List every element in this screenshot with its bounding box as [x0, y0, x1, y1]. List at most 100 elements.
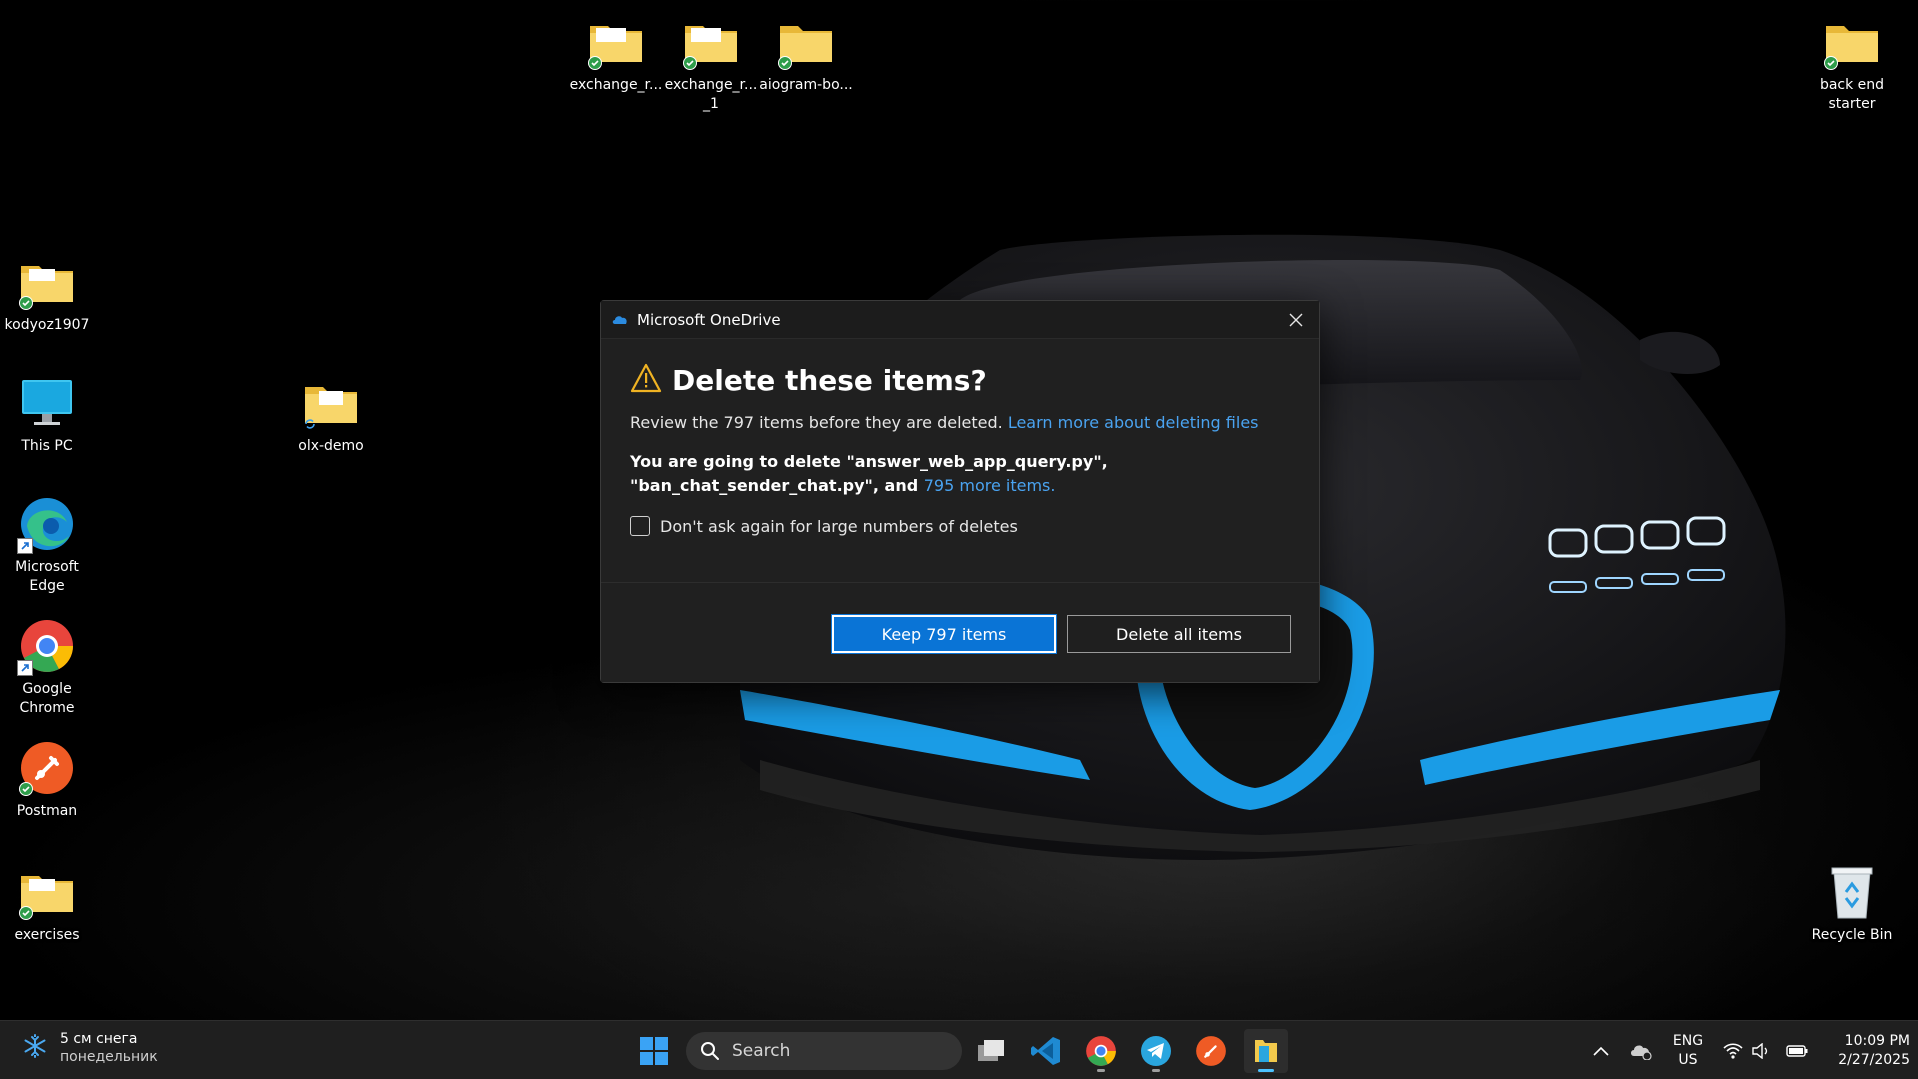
battery-icon: [1786, 1044, 1808, 1057]
synced-check-icon: [683, 56, 697, 70]
desktop-icon-postman[interactable]: Postman: [0, 738, 95, 821]
weather-widget[interactable]: 5 см снега понедельник: [22, 1031, 158, 1065]
file-explorer-button[interactable]: [1244, 1029, 1288, 1073]
show-hidden-icons-button[interactable]: [1586, 1021, 1616, 1079]
synced-check-icon: [1824, 56, 1838, 70]
close-button[interactable]: [1273, 301, 1319, 339]
dialog-heading: Delete these items?: [672, 363, 987, 397]
taskbar-search[interactable]: Search: [686, 1032, 962, 1070]
dont-ask-again-label[interactable]: Don't ask again for large numbers of del…: [660, 517, 1018, 536]
desktop-icon-label: kodyoz1907: [4, 317, 90, 333]
warning-icon: [630, 363, 662, 397]
desktop-icon-olx-demo[interactable]: olx-demo: [283, 373, 379, 456]
desktop-icon-label: This PC: [21, 438, 73, 454]
weather-temperature: 5 см снега: [60, 1031, 138, 1047]
start-button[interactable]: [632, 1029, 676, 1073]
clock-time: 10:09 PM: [1844, 1033, 1910, 1049]
task-view-icon: [978, 1040, 1004, 1061]
synced-check-icon: [19, 296, 33, 310]
desktop-icon-kodyoz1907[interactable]: kodyoz1907: [0, 252, 95, 335]
desktop-icon-label: Postman: [16, 803, 78, 819]
synced-check-icon: [19, 782, 33, 796]
desktop-icon-label: exchange_r...: [569, 77, 663, 93]
desktop-icon-label: Microsoft Edge: [15, 559, 79, 594]
desktop-icon-label: exercises: [14, 927, 80, 943]
folder-icon: [1822, 12, 1882, 72]
chrome-taskbar-button[interactable]: [1079, 1029, 1123, 1073]
search-placeholder: Search: [732, 1041, 791, 1061]
telegram-button[interactable]: [1134, 1029, 1178, 1073]
desktop-icon-this-pc[interactable]: This PC: [0, 373, 95, 456]
dialog-app-title: Microsoft OneDrive: [637, 310, 781, 329]
recycle-bin-icon: [1822, 862, 1882, 922]
network-button[interactable]: [1720, 1021, 1746, 1079]
running-indicator: [1152, 1069, 1160, 1072]
learn-more-link[interactable]: Learn more about deleting files: [1008, 413, 1259, 432]
desktop-icon-recycle-bin[interactable]: Recycle Bin: [1804, 862, 1900, 945]
desktop-icon-google-chrome[interactable]: Google Chrome: [0, 616, 95, 718]
review-text: Review the 797 items before they are del…: [630, 413, 1290, 432]
folder-icon: [17, 862, 77, 922]
synced-check-icon: [778, 56, 792, 70]
running-indicator: [1097, 1069, 1105, 1072]
wifi-icon: [1723, 1042, 1743, 1059]
file-explorer-icon: [1255, 1040, 1277, 1062]
more-items-link[interactable]: 795 more items.: [924, 476, 1056, 495]
delete-all-items-button[interactable]: Delete all items: [1067, 615, 1291, 653]
folder-icon: [17, 252, 77, 312]
battery-button[interactable]: [1782, 1021, 1812, 1079]
desktop-icon-label: Recycle Bin: [1811, 927, 1893, 943]
task-view-button[interactable]: [969, 1029, 1013, 1073]
volume-button[interactable]: [1748, 1021, 1774, 1079]
keep-items-button[interactable]: Keep 797 items: [831, 614, 1057, 654]
taskbar: 5 см снега понедельник Search ENG US 10:…: [0, 1020, 1918, 1079]
synced-check-icon: [19, 906, 33, 920]
postman-icon: [1196, 1036, 1226, 1066]
desktop-icon-label: aiogram-bo...: [759, 77, 853, 93]
delete-detail-text: You are going to delete "answer_web_app_…: [630, 450, 1290, 498]
shortcut-arrow-icon: [17, 660, 33, 676]
shortcut-arrow-icon: [17, 538, 33, 554]
dialog-footer: Keep 797 items Delete all items: [601, 582, 1319, 682]
vscode-icon: [1031, 1037, 1060, 1065]
dont-ask-again-checkbox[interactable]: [630, 516, 650, 536]
postman-taskbar-button[interactable]: [1189, 1029, 1233, 1073]
keyboard-layout: US: [1678, 1052, 1698, 1068]
desktop-icon-label: exchange_r... _1: [664, 77, 758, 112]
input-language-indicator[interactable]: ENG US: [1664, 1032, 1712, 1070]
onedrive-sync-icon: [1631, 1045, 1652, 1060]
desktop-icon-exchange-r[interactable]: exchange_r...: [568, 12, 664, 95]
language-code: ENG: [1672, 1033, 1704, 1049]
telegram-icon: [1141, 1036, 1171, 1066]
search-icon: [701, 1042, 719, 1060]
vscode-button[interactable]: [1024, 1029, 1068, 1073]
edge-icon: [17, 494, 77, 554]
clock-date: 2/27/2025: [1838, 1052, 1910, 1068]
dialog-titlebar[interactable]: Microsoft OneDrive: [601, 301, 1319, 339]
review-message: Review the 797 items before they are del…: [630, 413, 1003, 432]
close-icon: [1289, 313, 1303, 326]
postman-icon: [17, 738, 77, 798]
desktop-icon-label: olx-demo: [298, 438, 364, 454]
folder-icon: [776, 12, 836, 72]
onedrive-cloud-icon: [611, 310, 629, 329]
onedrive-tray-button[interactable]: [1624, 1021, 1658, 1079]
folder-icon: [586, 12, 646, 72]
desktop-icon-aiogram-bo[interactable]: aiogram-bo...: [758, 12, 854, 95]
start-icon: [640, 1037, 668, 1065]
desktop-icon-microsoft-edge[interactable]: Microsoft Edge: [0, 494, 95, 596]
clock[interactable]: 10:09 PM 2/27/2025: [1820, 1032, 1910, 1070]
sync-pending-icon: [303, 417, 317, 431]
active-indicator: [1258, 1069, 1274, 1072]
folder-icon: [681, 12, 741, 72]
weather-day: понедельник: [60, 1049, 158, 1065]
desktop-icon-label: back end starter: [1819, 77, 1885, 112]
snowflake-icon: [22, 1033, 48, 1063]
folder-icon: [301, 373, 361, 433]
desktop-icon-exercises[interactable]: exercises: [0, 862, 95, 945]
desktop-icon-back-end-starter[interactable]: back end starter: [1804, 12, 1900, 114]
onedrive-delete-dialog: Microsoft OneDrive Delete these items? R…: [600, 300, 1320, 683]
synced-check-icon: [588, 56, 602, 70]
desktop-icon-exchange-r-1[interactable]: exchange_r... _1: [663, 12, 759, 114]
chrome-icon: [17, 616, 77, 676]
